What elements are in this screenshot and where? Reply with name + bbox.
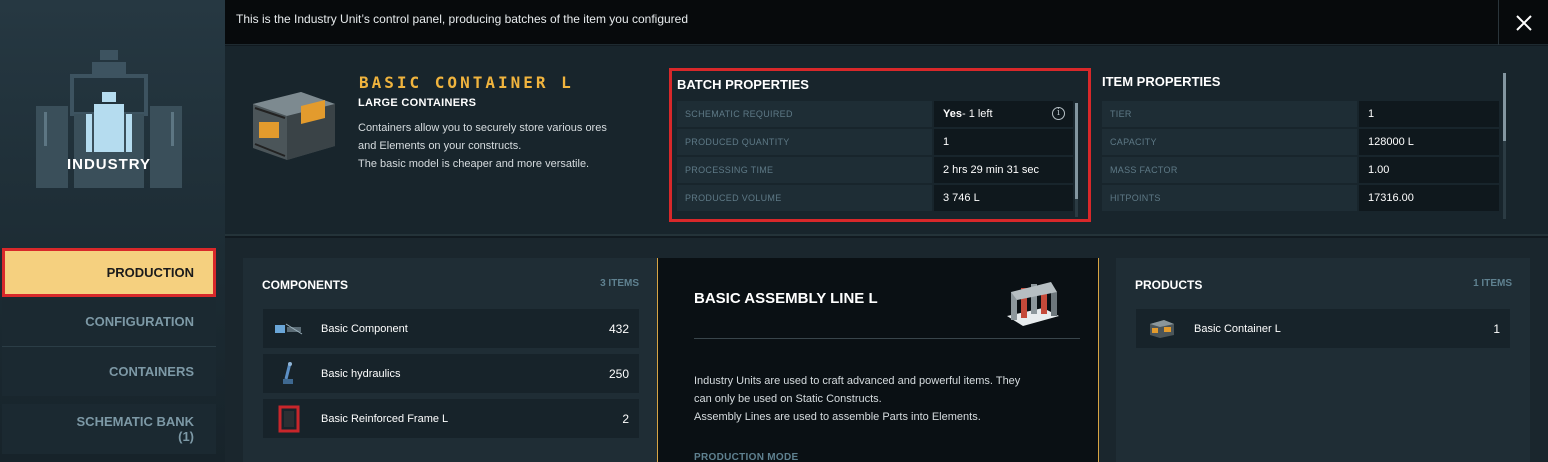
hydraulics-icon — [271, 360, 307, 388]
property-value-bold: Yes — [943, 108, 962, 120]
property-key: PROCESSING TIME — [677, 157, 932, 183]
sidebar-item-label: SCHEMATIC BANK — [76, 414, 194, 429]
batch-property-row: PROCESSING TIME 2 hrs 29 min 31 sec — [677, 157, 1073, 183]
item-title: BASIC CONTAINER L — [359, 73, 574, 92]
property-key: SCHEMATIC REQUIRED — [677, 101, 932, 127]
assembly-line-icon — [1003, 278, 1063, 334]
product-name: Basic Container L — [1194, 322, 1281, 335]
assembly-line-card: BASIC ASSEMBLY LINE L Industry Units are… — [657, 258, 1099, 462]
frame-icon — [271, 405, 307, 433]
assembly-description: Industry Units are used to craft advance… — [694, 372, 1074, 426]
property-key: HITPOINTS — [1102, 185, 1357, 211]
property-key: PRODUCED QUANTITY — [677, 129, 932, 155]
item-properties-title: ITEM PROPERTIES — [1102, 74, 1221, 89]
sidebar-item-label: PRODUCTION — [106, 265, 194, 280]
industry-panel: INDUSTRY PRODUCTION CONFIGURATION CONTAI… — [0, 0, 1548, 462]
component-name: Basic Component — [321, 322, 408, 335]
sidebar-item-count: (1) — [178, 429, 194, 444]
sidebar-item-schematic-bank[interactable]: SCHEMATIC BANK (1) — [2, 404, 216, 454]
component-quantity: 250 — [608, 366, 629, 381]
item-property-row: CAPACITY 128000 L — [1102, 129, 1499, 155]
component-row[interactable]: Basic hydraulics 250 — [263, 354, 639, 393]
logo-label: INDUSTRY — [66, 156, 152, 173]
item-property-row: TIER 1 — [1102, 101, 1499, 127]
production-mode-label: PRODUCTION MODE — [694, 452, 799, 462]
batch-properties-title: BATCH PROPERTIES — [677, 77, 809, 92]
property-value: 3 746 L — [934, 185, 1073, 211]
item-description-line: Containers allow you to securely store v… — [358, 122, 607, 134]
item-description: Containers allow you to securely store v… — [358, 119, 648, 173]
product-row[interactable]: Basic Container L 1 — [1136, 309, 1510, 348]
assembly-description-line: Industry Units are used to craft advance… — [694, 375, 1021, 387]
sidebar-item-production[interactable]: PRODUCTION — [2, 248, 216, 297]
close-icon — [1515, 14, 1532, 31]
sidebar-item-label: CONFIGURATION — [85, 314, 194, 329]
divider — [694, 338, 1080, 339]
property-value: 128000 L — [1359, 129, 1499, 155]
component-row[interactable]: Basic Reinforced Frame L 2 — [263, 399, 639, 438]
container-icon — [1144, 315, 1180, 343]
assembly-description-line: can only be used on Static Constructs. — [694, 393, 882, 405]
component-quantity: 432 — [608, 321, 629, 336]
property-key: MASS FACTOR — [1102, 157, 1357, 183]
scrollbar-thumb[interactable] — [1075, 103, 1078, 199]
component-name: Basic Reinforced Frame L — [321, 412, 449, 425]
sidebar: INDUSTRY PRODUCTION CONFIGURATION CONTAI… — [0, 0, 225, 462]
property-value: 17316.00 — [1359, 185, 1499, 211]
components-card: COMPONENTS 3 ITEMS Basic Component 432 B… — [243, 258, 657, 462]
property-value-text: - 1 left — [961, 108, 993, 120]
products-count: 1 ITEMS — [1473, 278, 1512, 289]
item-description-line: and Elements on your constructs. — [358, 140, 522, 152]
item-properties-scrollbar[interactable] — [1503, 73, 1506, 219]
property-value: 2 hrs 29 min 31 sec — [934, 157, 1073, 183]
container-icon — [245, 86, 339, 164]
component-row[interactable]: Basic Component 432 — [263, 309, 639, 348]
assembly-description-line: Assembly Lines are used to assemble Part… — [694, 411, 981, 423]
property-value: Yes - 1 left i — [934, 101, 1073, 127]
item-category: LARGE CONTAINERS — [358, 97, 477, 109]
batch-scrollbar[interactable] — [1075, 103, 1078, 217]
item-panel: BASIC CONTAINER L LARGE CONTAINERS Conta… — [225, 46, 1548, 236]
components-count: 3 ITEMS — [600, 278, 639, 289]
batch-property-row: PRODUCED QUANTITY 1 — [677, 129, 1073, 155]
property-value: 1.00 — [1359, 157, 1499, 183]
assembly-title: BASIC ASSEMBLY LINE L — [694, 290, 878, 307]
property-value: 1 — [934, 129, 1073, 155]
components-title: COMPONENTS — [262, 278, 349, 292]
property-key: PRODUCED VOLUME — [677, 185, 932, 211]
product-quantity: 1 — [1493, 321, 1500, 336]
batch-property-row: SCHEMATIC REQUIRED Yes - 1 left i — [677, 101, 1073, 127]
component-quantity: 2 — [622, 411, 629, 426]
batch-property-row: PRODUCED VOLUME 3 746 L — [677, 185, 1073, 211]
component-icon — [271, 315, 307, 343]
close-button[interactable] — [1498, 0, 1548, 45]
component-name: Basic hydraulics — [321, 367, 401, 380]
property-value: 1 — [1359, 101, 1499, 127]
property-key: CAPACITY — [1102, 129, 1357, 155]
info-icon[interactable]: i — [1052, 107, 1065, 120]
products-card: PRODUCTS 1 ITEMS Basic Container L 1 — [1116, 258, 1530, 462]
products-title: PRODUCTS — [1135, 278, 1203, 292]
batch-properties: BATCH PROPERTIES SCHEMATIC REQUIRED Yes … — [669, 68, 1091, 222]
header-bar: This is the Industry Unit’s control pane… — [225, 0, 1548, 45]
item-property-row: HITPOINTS 17316.00 — [1102, 185, 1499, 211]
production-area: COMPONENTS 3 ITEMS Basic Component 432 B… — [225, 238, 1548, 462]
item-property-row: MASS FACTOR 1.00 — [1102, 157, 1499, 183]
scrollbar-thumb[interactable] — [1503, 73, 1506, 141]
property-key: TIER — [1102, 101, 1357, 127]
sidebar-item-containers[interactable]: CONTAINERS — [2, 346, 216, 396]
sidebar-item-configuration[interactable]: CONFIGURATION — [2, 297, 216, 346]
item-description-line: The basic model is cheaper and more vers… — [358, 158, 590, 170]
header-description: This is the Industry Unit’s control pane… — [236, 12, 689, 26]
item-properties: ITEM PROPERTIES TIER 1 CAPACITY 128000 L… — [1097, 68, 1507, 222]
industry-logo: INDUSTRY — [30, 48, 188, 193]
sidebar-item-label: CONTAINERS — [109, 364, 194, 379]
